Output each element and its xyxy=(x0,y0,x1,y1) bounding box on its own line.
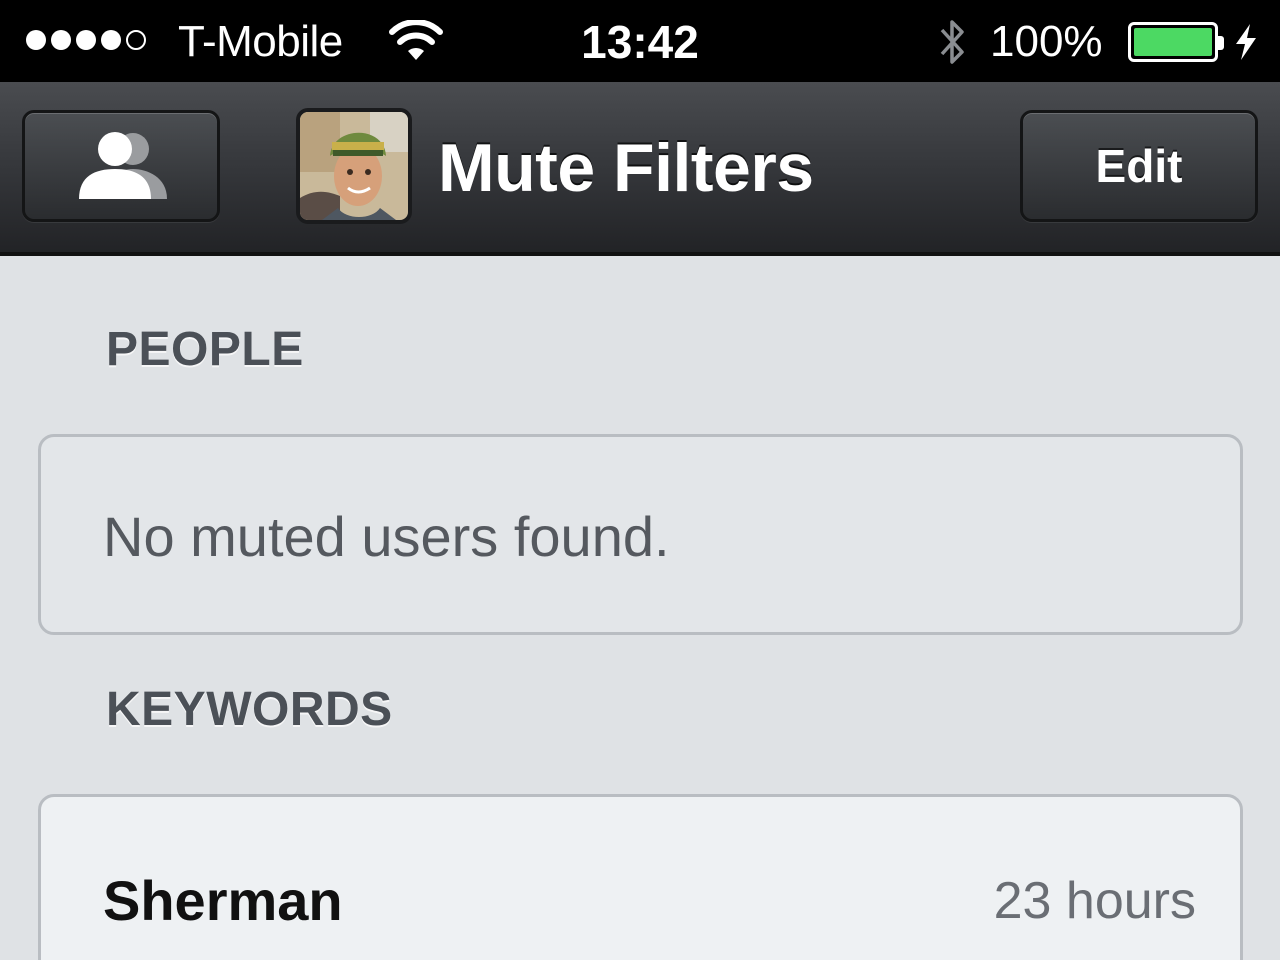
battery-percent: 100% xyxy=(990,17,1103,66)
battery-icon xyxy=(1128,22,1224,62)
bluetooth-icon xyxy=(940,20,964,64)
section-header-people: PEOPLE xyxy=(106,323,304,376)
people-icon xyxy=(79,132,167,199)
status-bar: T-Mobile 13:42 100% xyxy=(0,0,1280,82)
charging-bolt-icon xyxy=(1236,24,1256,60)
people-button[interactable] xyxy=(22,110,220,222)
keyword-row[interactable]: Sherman 23 hours xyxy=(38,794,1243,960)
edit-button[interactable]: Edit xyxy=(1020,110,1258,222)
user-avatar[interactable] xyxy=(296,108,412,224)
app-screen: T-Mobile 13:42 100% Mute Filters Edit PE… xyxy=(0,0,1280,960)
empty-state-message: No muted users found. xyxy=(103,505,670,568)
section-header-keywords: KEYWORDS xyxy=(106,683,393,736)
page-title: Mute Filters xyxy=(438,130,814,206)
muted-users-empty-card: No muted users found. xyxy=(38,434,1243,635)
avatar-photo xyxy=(300,112,408,220)
battery-fill xyxy=(1134,28,1212,56)
keyword-term: Sherman xyxy=(103,869,343,932)
keyword-duration: 23 hours xyxy=(993,872,1196,930)
navigation-bar: Mute Filters Edit xyxy=(0,82,1280,256)
